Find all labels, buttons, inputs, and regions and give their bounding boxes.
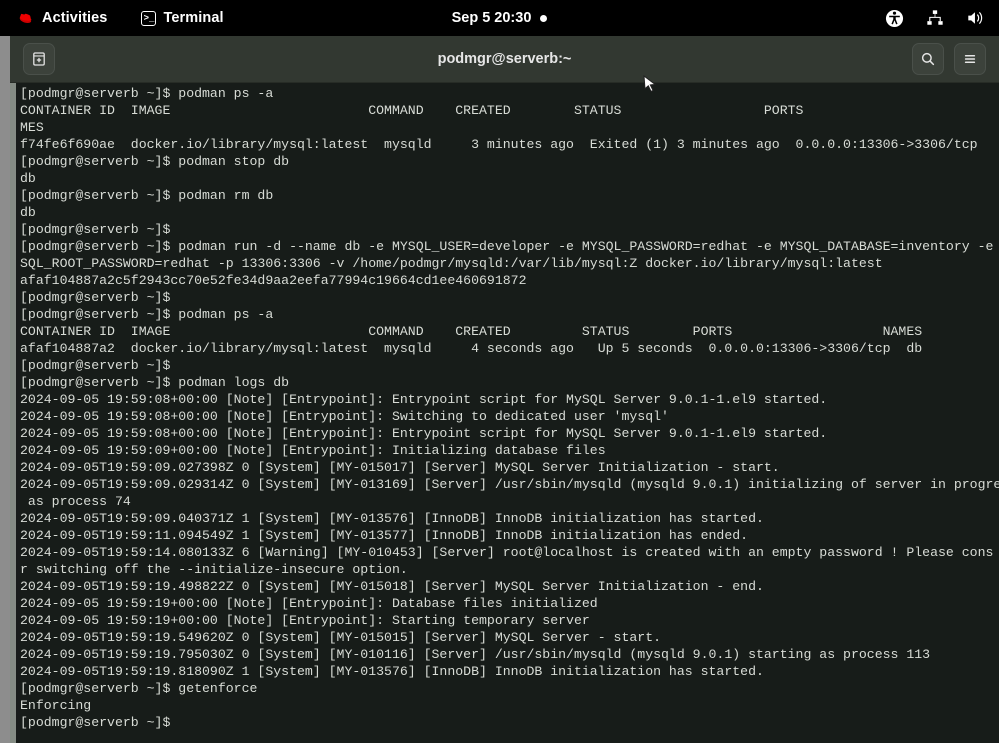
terminal-line: 2024-09-05T19:59:19.795030Z 0 [System] [… — [20, 646, 999, 663]
terminal-line: as process 74 — [20, 493, 999, 510]
redhat-logo-icon — [18, 11, 35, 25]
terminal-window: podmgr@serverb:~ [podmgr@serverb ~]$ pod… — [10, 36, 999, 743]
terminal-line: [podmgr@serverb ~]$ podman logs db — [20, 374, 999, 391]
terminal-line: [podmgr@serverb ~]$ podman stop db — [20, 153, 999, 170]
accessibility-icon[interactable] — [885, 9, 904, 28]
terminal-line: 2024-09-05T19:59:09.040371Z 1 [System] [… — [20, 510, 999, 527]
terminal-line: Enforcing — [20, 697, 999, 714]
terminal-line: [podmgr@serverb ~]$ podman rm db — [20, 187, 999, 204]
terminal-line: CONTAINER ID IMAGE COMMAND CREATED STATU… — [20, 102, 999, 119]
terminal-line: [podmgr@serverb ~]$ — [20, 357, 999, 374]
terminal-line: SQL_ROOT_PASSWORD=redhat -p 13306:3306 -… — [20, 255, 999, 272]
new-tab-button[interactable] — [23, 43, 55, 75]
gnome-top-bar: Activities >_ Terminal Sep 5 20:30 — [0, 0, 999, 36]
titlebar-right-buttons — [912, 43, 986, 75]
terminal-line: afaf104887a2 docker.io/library/mysql:lat… — [20, 340, 999, 357]
terminal-line: [podmgr@serverb ~]$ podman ps -a — [20, 85, 999, 102]
clock-label: Sep 5 20:30 — [452, 10, 532, 26]
terminal-line: 2024-09-05T19:59:09.027398Z 0 [System] [… — [20, 459, 999, 476]
terminal-line: [podmgr@serverb ~]$ getenforce — [20, 680, 999, 697]
hamburger-menu-icon — [962, 51, 978, 67]
clock-area[interactable]: Sep 5 20:30 — [380, 10, 620, 26]
app-menu-label: Terminal — [163, 10, 223, 26]
desktop-background-left — [0, 36, 10, 743]
new-tab-icon — [31, 51, 47, 67]
terminal-line: [podmgr@serverb ~]$ podman ps -a — [20, 306, 999, 323]
terminal-line: 2024-09-05 19:59:08+00:00 [Note] [Entryp… — [20, 391, 999, 408]
activities-label: Activities — [42, 10, 107, 26]
terminal-line: MES — [20, 119, 999, 136]
terminal-line: 2024-09-05 19:59:19+00:00 [Note] [Entryp… — [20, 595, 999, 612]
network-icon[interactable] — [926, 9, 944, 27]
top-bar-left-group: Activities >_ Terminal — [0, 6, 230, 30]
search-icon — [920, 51, 936, 67]
search-button[interactable] — [912, 43, 944, 75]
terminal-line: 2024-09-05T19:59:09.029314Z 0 [System] [… — [20, 476, 999, 493]
menu-button[interactable] — [954, 43, 986, 75]
terminal-line: 2024-09-05T19:59:19.818090Z 1 [System] [… — [20, 663, 999, 680]
app-menu-terminal[interactable]: >_ Terminal — [135, 6, 229, 30]
terminal-line: [podmgr@serverb ~]$ podman run -d --name… — [20, 238, 999, 255]
terminal-line: db — [20, 204, 999, 221]
terminal-line: [podmgr@serverb ~]$ — [20, 714, 999, 731]
desktop-screen: Activities >_ Terminal Sep 5 20:30 — [0, 0, 999, 743]
terminal-line: 2024-09-05 19:59:09+00:00 [Note] [Entryp… — [20, 442, 999, 459]
terminal-line: [podmgr@serverb ~]$ — [20, 221, 999, 238]
terminal-line: afaf104887a2c5f2943cc70e52fe34d9aa2eefa7… — [20, 272, 999, 289]
window-title: podmgr@serverb:~ — [10, 51, 999, 67]
terminal-line: CONTAINER ID IMAGE COMMAND CREATED STATU… — [20, 323, 999, 340]
terminal-line: 2024-09-05T19:59:19.549620Z 0 [System] [… — [20, 629, 999, 646]
terminal-line: db — [20, 170, 999, 187]
mouse-cursor-icon — [643, 75, 657, 95]
terminal-output[interactable]: [podmgr@serverb ~]$ podman ps -aCONTAINE… — [16, 83, 999, 743]
terminal-icon: >_ — [141, 11, 156, 26]
terminal-line: 2024-09-05T19:59:11.094549Z 1 [System] [… — [20, 527, 999, 544]
terminal-line: f74fe6f690ae docker.io/library/mysql:lat… — [20, 136, 999, 153]
terminal-body[interactable]: [podmgr@serverb ~]$ podman ps -aCONTAINE… — [10, 83, 999, 743]
window-titlebar: podmgr@serverb:~ — [10, 36, 999, 83]
terminal-line: 2024-09-05 19:59:19+00:00 [Note] [Entryp… — [20, 612, 999, 629]
volume-icon[interactable] — [966, 9, 985, 27]
terminal-line: 2024-09-05T19:59:14.080133Z 6 [Warning] … — [20, 544, 999, 561]
activities-button[interactable]: Activities — [12, 6, 113, 30]
notification-dot-icon — [540, 15, 547, 22]
terminal-line: [podmgr@serverb ~]$ — [20, 289, 999, 306]
terminal-line: 2024-09-05T19:59:19.498822Z 0 [System] [… — [20, 578, 999, 595]
terminal-line: 2024-09-05 19:59:08+00:00 [Note] [Entryp… — [20, 425, 999, 442]
terminal-line: 2024-09-05 19:59:08+00:00 [Note] [Entryp… — [20, 408, 999, 425]
terminal-line: r switching off the --initialize-insecur… — [20, 561, 999, 578]
system-status-area[interactable] — [885, 9, 985, 28]
